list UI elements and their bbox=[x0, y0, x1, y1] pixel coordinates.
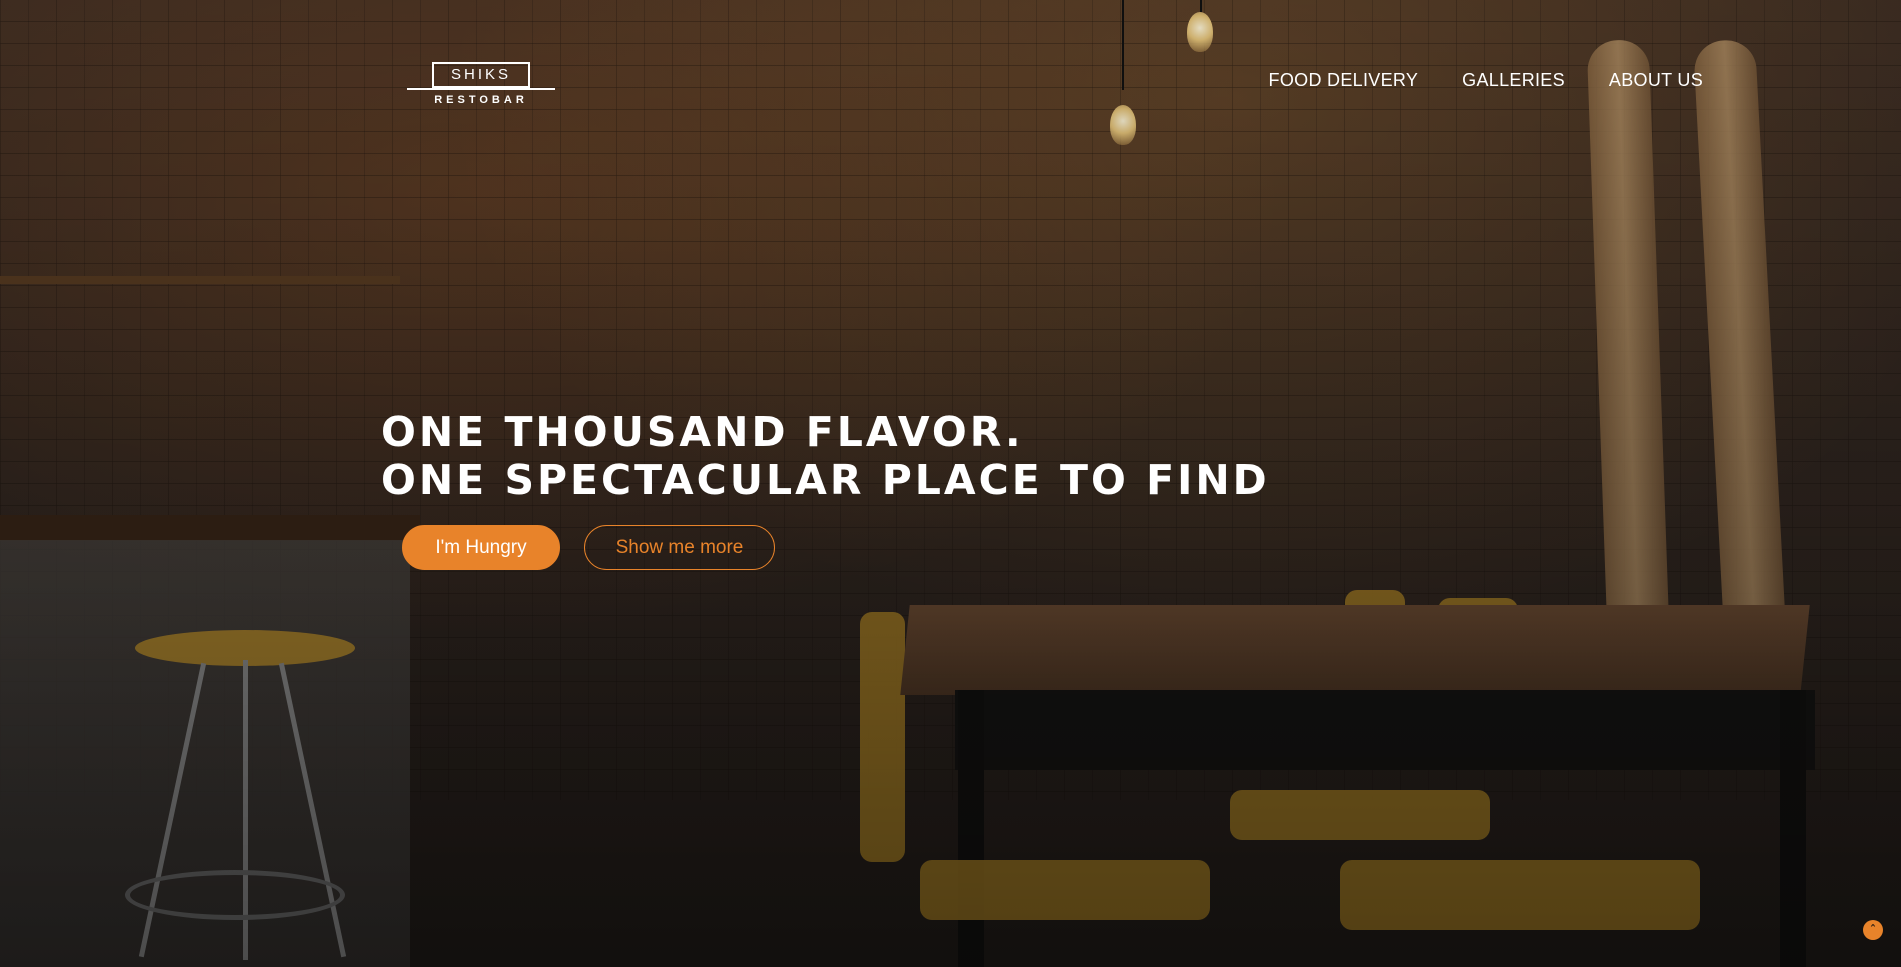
brand-name: SHIKS bbox=[432, 62, 530, 88]
show-me-more-button[interactable]: Show me more bbox=[584, 525, 775, 570]
brand-logo[interactable]: SHIKS RESTOBAR bbox=[407, 62, 555, 116]
nav-item-about-us[interactable]: ABOUT US bbox=[1609, 70, 1703, 91]
hero-headline-line-2: ONE SPECTACULAR PLACE TO FIND bbox=[381, 456, 1270, 504]
logo-divider bbox=[407, 88, 555, 90]
hero-headline: ONE THOUSAND FLAVOR. ONE SPECTACULAR PLA… bbox=[381, 408, 1270, 504]
im-hungry-button[interactable]: I'm Hungry bbox=[402, 525, 560, 570]
hero-section: SHIKS RESTOBAR FOOD DELIVERY GALLERIES A… bbox=[0, 0, 1901, 967]
nav-item-galleries[interactable]: GALLERIES bbox=[1462, 70, 1565, 91]
hero-headline-line-1: ONE THOUSAND FLAVOR. bbox=[381, 408, 1024, 456]
chevron-up-icon[interactable]: ˆ bbox=[1863, 920, 1883, 940]
brand-tagline: RESTOBAR bbox=[434, 94, 528, 106]
main-nav: FOOD DELIVERY GALLERIES ABOUT US bbox=[1269, 70, 1703, 91]
nav-item-food-delivery[interactable]: FOOD DELIVERY bbox=[1269, 70, 1419, 91]
